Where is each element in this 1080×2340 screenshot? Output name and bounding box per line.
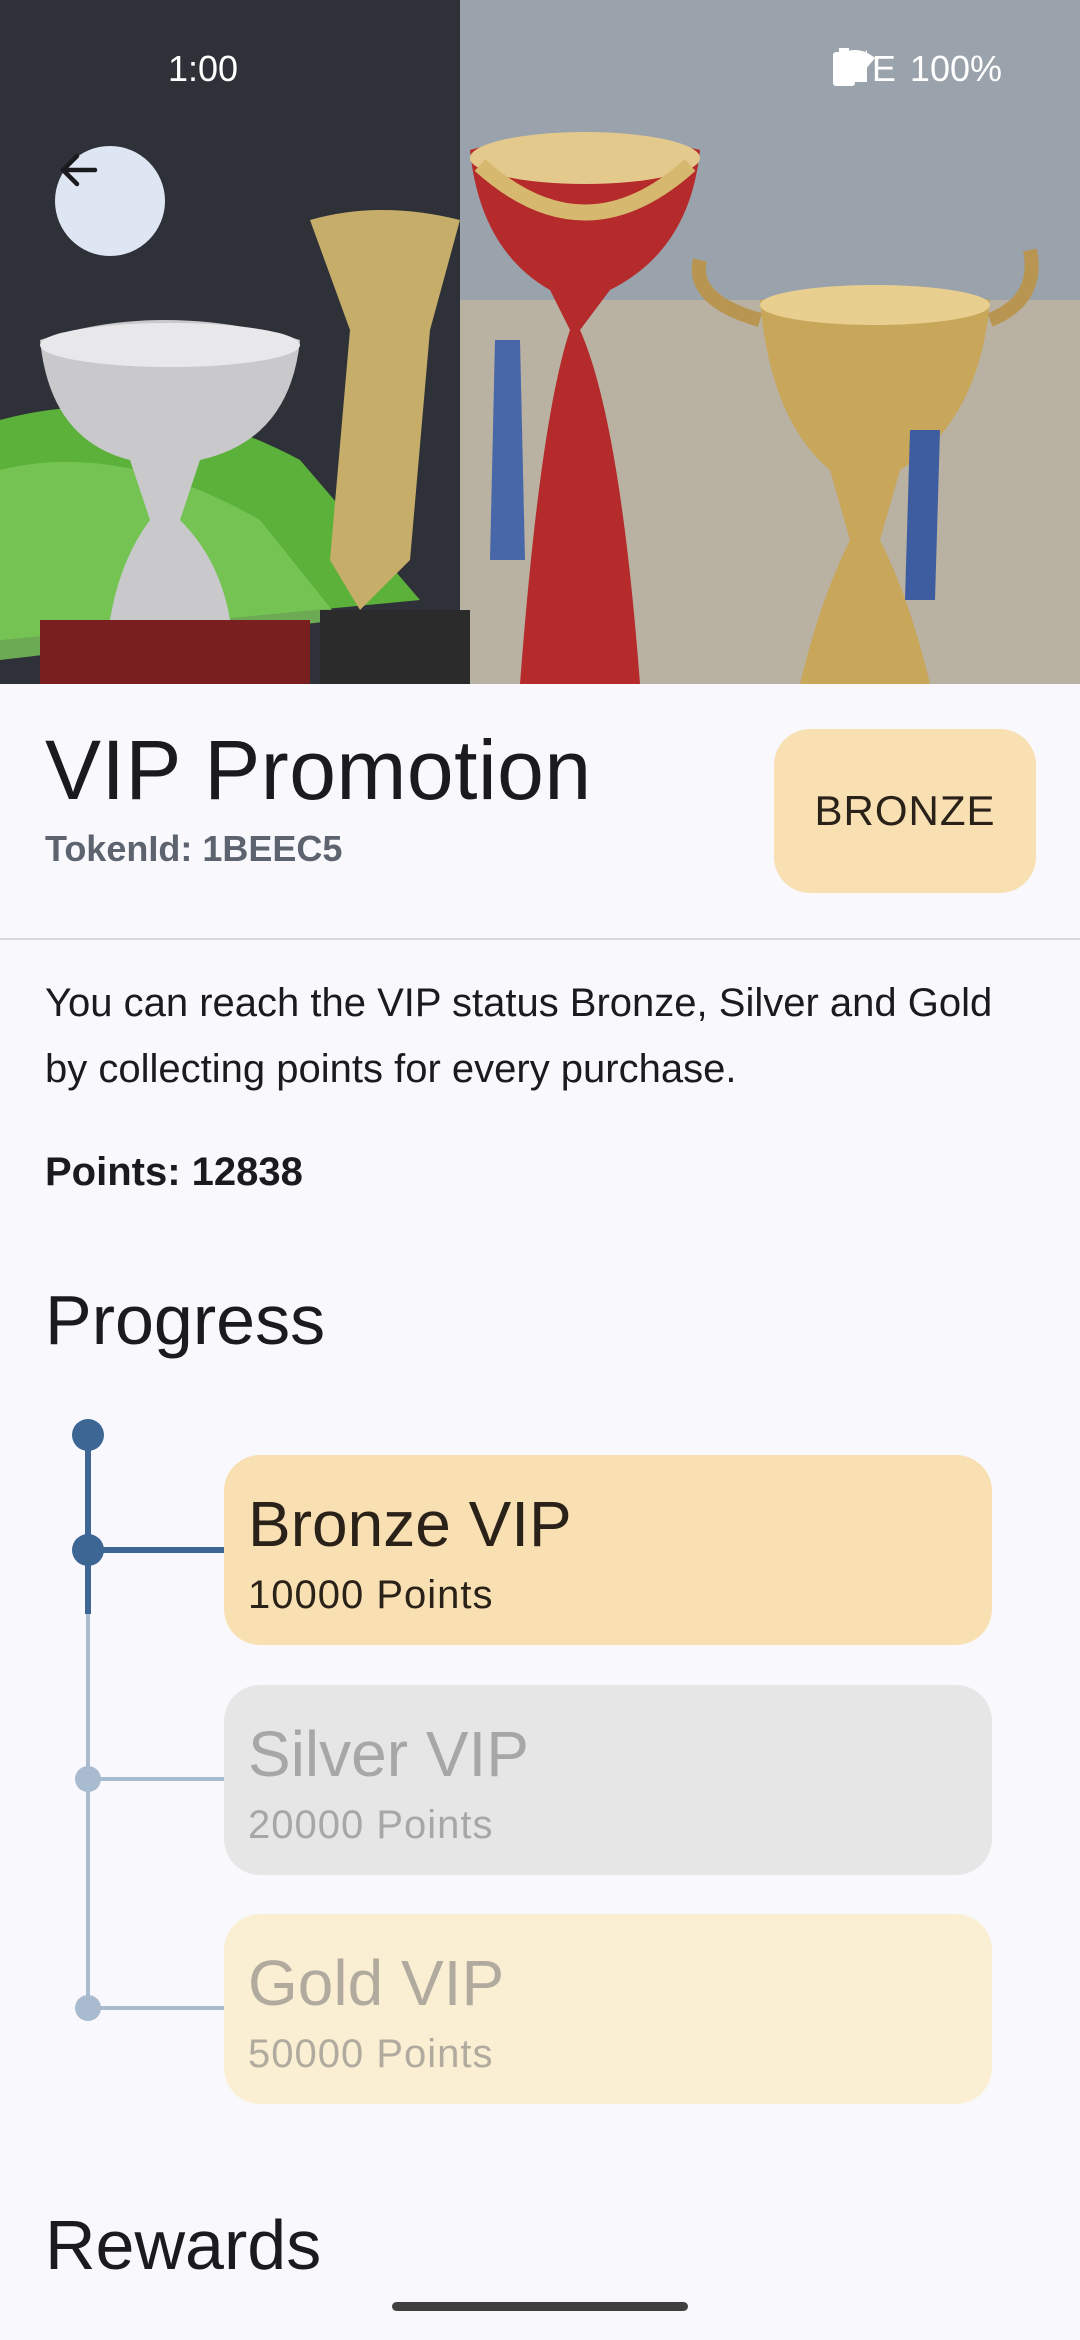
- progress-heading: Progress: [45, 1281, 326, 1359]
- tier-points: 20000 Points: [248, 1803, 494, 1847]
- tier-name: Bronze VIP: [248, 1488, 572, 1560]
- battery-icon: [832, 48, 855, 86]
- tier-badge: BRONZE: [774, 729, 1036, 893]
- progress-start-dot: [72, 1419, 104, 1451]
- points-balance: Points: 12838: [45, 1150, 303, 1194]
- divider: [0, 938, 1080, 940]
- battery-percent: 100%: [909, 48, 1002, 89]
- hero-image: 1:00 LTE 100%: [0, 0, 1080, 684]
- tier-card-bronze[interactable]: Bronze VIP 10000 Points: [224, 1455, 992, 1645]
- status-bar: 1:00 LTE 100%: [0, 0, 1080, 140]
- tier-points: 10000 Points: [248, 1573, 494, 1617]
- home-indicator[interactable]: [392, 2302, 688, 2311]
- progress-dot-silver: [75, 1766, 101, 1792]
- rewards-heading: Rewards: [45, 2206, 322, 2284]
- tier-name: Silver VIP: [248, 1718, 529, 1790]
- back-button[interactable]: [55, 146, 165, 256]
- token-id: TokenId: 1BEEC5: [45, 828, 343, 869]
- tier-card-gold[interactable]: Gold VIP 50000 Points: [224, 1914, 992, 2104]
- progress-dot-gold: [75, 1995, 101, 2021]
- tier-name: Gold VIP: [248, 1947, 505, 2019]
- arrow-back-icon: [60, 153, 98, 187]
- status-icons: LTE 100%: [832, 48, 1002, 90]
- status-time: 1:00: [168, 48, 239, 89]
- page-title: VIP Promotion: [45, 723, 592, 817]
- promotion-description: You can reach the VIP status Bronze, Sil…: [45, 981, 993, 1091]
- tier-card-silver[interactable]: Silver VIP 20000 Points: [224, 1685, 992, 1875]
- tier-points: 50000 Points: [248, 2032, 494, 2076]
- progress-dot-bronze: [72, 1534, 104, 1566]
